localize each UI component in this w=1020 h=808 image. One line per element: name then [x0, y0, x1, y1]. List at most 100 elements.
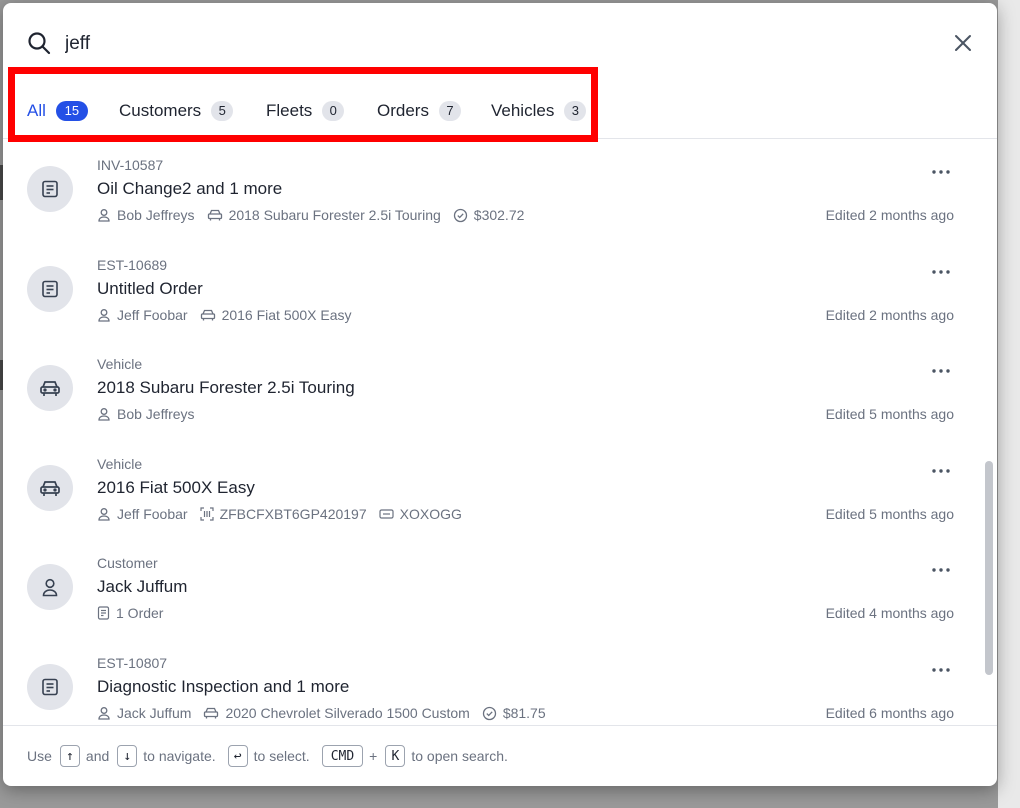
car-icon: [40, 481, 60, 496]
result-title: Diagnostic Inspection and 1 more: [97, 677, 350, 696]
person-icon: [42, 578, 58, 597]
tab-label: Orders: [377, 100, 429, 120]
tab-fleets[interactable]: Fleets 0: [266, 83, 345, 138]
more-options-icon[interactable]: [931, 368, 951, 374]
order-count: 1 Order: [116, 605, 164, 621]
hint-text: and: [85, 748, 110, 764]
result-type: Vehicle: [97, 456, 143, 472]
car-icon: [200, 309, 215, 321]
tab-label: Customers: [119, 100, 202, 120]
tab-customers[interactable]: Customers 5: [119, 83, 234, 138]
tab-all[interactable]: All 15: [27, 83, 88, 139]
search-input[interactable]: [65, 31, 665, 57]
up-arrow-key: ↑: [59, 745, 80, 767]
result-item-vehicle[interactable]: Vehicle 2018 Subaru Forester 2.5i Tourin…: [3, 338, 977, 437]
result-type: EST-10807: [97, 655, 168, 671]
person-icon: [98, 209, 110, 222]
edited-timestamp: Edited 2 months ago: [825, 207, 954, 223]
result-avatar: [27, 266, 73, 312]
tab-count-badge: 0: [322, 100, 345, 121]
meta-customer: Bob Jeffreys: [97, 207, 195, 223]
enter-key: ↩: [227, 745, 248, 767]
result-meta: Jack Juffum 2020 Chevrolet Silverado 150…: [97, 705, 558, 721]
result-meta: 1 Order: [97, 605, 175, 621]
license-plate-icon: [379, 509, 394, 519]
result-item-customer[interactable]: Customer Jack Juffum 1 Order Edited 4 mo…: [3, 537, 977, 636]
result-type: INV-10587: [97, 157, 164, 173]
edited-timestamp: Edited 5 months ago: [825, 506, 954, 522]
person-icon: [98, 508, 110, 521]
result-item-vehicle[interactable]: Vehicle 2016 Fiat 500X Easy Jeff Foobar …: [3, 437, 977, 536]
result-item-order[interactable]: INV-10587 Oil Change2 and 1 more Bob Jef…: [3, 139, 977, 238]
car-icon: [204, 707, 219, 719]
result-avatar: [27, 365, 73, 411]
scrollbar-thumb[interactable]: [985, 461, 993, 675]
backdrop-right-panel: [998, 0, 1020, 808]
result-title: Jack Juffum: [97, 577, 188, 596]
cmd-key: CMD: [321, 745, 364, 767]
more-options-icon[interactable]: [931, 169, 951, 175]
result-title: 2016 Fiat 500X Easy: [97, 478, 255, 497]
more-options-icon[interactable]: [931, 667, 951, 673]
customer-name: Bob Jeffreys: [117, 207, 195, 223]
tab-count-badge: 7: [438, 100, 461, 121]
edited-timestamp: Edited 2 months ago: [825, 307, 954, 323]
more-options-icon[interactable]: [931, 468, 951, 474]
search-icon: [28, 32, 51, 55]
customer-name: Jeff Foobar: [117, 506, 188, 522]
result-title: 2018 Subaru Forester 2.5i Touring: [97, 378, 355, 397]
result-meta: Bob Jeffreys: [97, 406, 207, 422]
result-title: Oil Change2 and 1 more: [97, 179, 283, 198]
hint-text: to open search.: [411, 748, 508, 764]
hint-text: Use: [27, 748, 52, 764]
hint-text: to navigate.: [143, 748, 216, 764]
more-options-icon[interactable]: [931, 269, 951, 275]
check-circle-icon: [482, 706, 496, 720]
customer-name: Bob Jeffreys: [117, 406, 195, 422]
meta-vin: ZFBCFXBT6GP420197: [199, 506, 367, 522]
edited-timestamp: Edited 6 months ago: [825, 705, 954, 721]
meta-customer: Jack Juffum: [97, 705, 191, 721]
person-icon: [98, 309, 110, 322]
result-item-order[interactable]: EST-10689 Untitled Order Jeff Foobar 201…: [3, 238, 977, 337]
results-list: INV-10587 Oil Change2 and 1 more Bob Jef…: [3, 139, 997, 725]
barcode-icon: [199, 507, 214, 521]
car-icon: [40, 381, 60, 396]
invoice-icon: [97, 606, 110, 620]
result-avatar: [27, 664, 73, 710]
tab-label: All: [27, 100, 46, 120]
order-amount: $81.75: [502, 705, 546, 721]
invoice-icon: [42, 678, 58, 696]
tab-count-badge: 15: [55, 100, 88, 121]
invoice-icon: [42, 280, 58, 298]
search-bar: [3, 3, 997, 83]
more-options-icon[interactable]: [931, 567, 951, 573]
result-type: Vehicle: [97, 356, 143, 372]
meta-customer: Bob Jeffreys: [97, 406, 195, 422]
result-meta: Jeff Foobar ZFBCFXBT6GP420197 XOXOGG: [97, 506, 474, 522]
result-meta: Jeff Foobar 2016 Fiat 500X Easy: [97, 307, 364, 323]
meta-orders: 1 Order: [97, 605, 163, 621]
meta-plate: XOXOGG: [379, 506, 462, 522]
tab-count-badge: 5: [211, 100, 234, 121]
edited-timestamp: Edited 4 months ago: [825, 605, 954, 621]
tab-vehicles[interactable]: Vehicles 3: [491, 83, 587, 138]
keyboard-hints-footer: Use ↑ and ↓ to navigate. ↩ to select. CM…: [3, 725, 997, 786]
invoice-icon: [42, 180, 58, 198]
customer-name: Jack Juffum: [117, 705, 192, 721]
close-icon[interactable]: [952, 32, 974, 54]
meta-customer: Jeff Foobar: [97, 307, 188, 323]
tab-orders[interactable]: Orders 7: [377, 83, 461, 138]
vehicle-name: 2016 Fiat 500X Easy: [221, 307, 352, 323]
k-key: K: [385, 745, 406, 767]
person-icon: [98, 408, 110, 421]
tab-label: Fleets: [266, 100, 313, 120]
car-icon: [207, 209, 222, 221]
check-circle-icon: [453, 208, 467, 222]
hint-text: to select.: [253, 748, 310, 764]
result-item-order[interactable]: EST-10807 Diagnostic Inspection and 1 mo…: [3, 636, 977, 725]
vin-number: ZFBCFXBT6GP420197: [219, 506, 367, 522]
meta-amount: $302.72: [453, 207, 524, 223]
tab-count-badge: 3: [564, 100, 587, 121]
customer-name: Jeff Foobar: [117, 307, 188, 323]
